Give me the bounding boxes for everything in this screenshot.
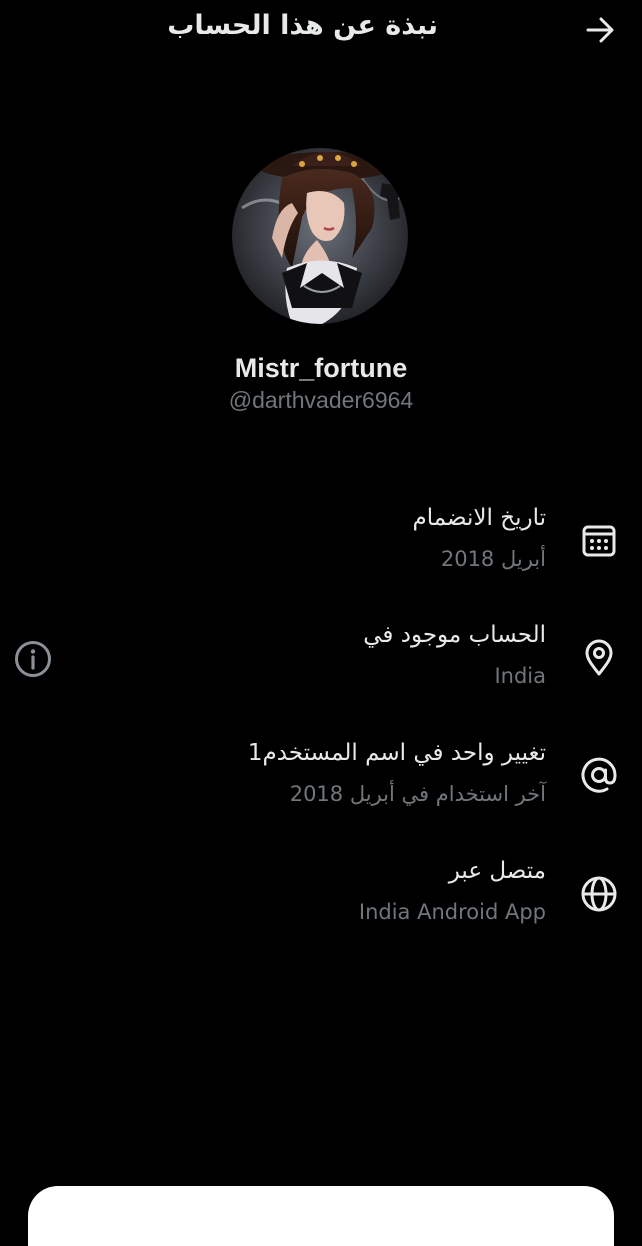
joined-date-label: تاريخ الانضمام bbox=[412, 505, 546, 531]
connected-via-value: India Android App bbox=[358, 900, 546, 924]
username-changes-label: تغيير واحد في اسم المستخدم1 bbox=[247, 740, 546, 766]
info-circle-icon bbox=[15, 641, 51, 677]
joined-date-value: أبريل 2018 bbox=[440, 547, 546, 571]
page-title: نبذة عن هذا الحساب bbox=[167, 10, 438, 41]
at-sign-icon bbox=[580, 756, 618, 794]
back-button[interactable] bbox=[582, 12, 618, 48]
connected-via-label: متصل عبر bbox=[448, 858, 546, 884]
arrow-right-icon bbox=[586, 17, 614, 43]
account-location-row: الحساب موجود في India bbox=[0, 622, 642, 712]
avatar[interactable] bbox=[232, 148, 408, 324]
connected-via-row: متصل عبر India Android App bbox=[0, 858, 642, 948]
top-bar: نبذة عن هذا الحساب bbox=[0, 0, 642, 60]
username-changes-value: آخر استخدام في أبريل 2018 bbox=[289, 782, 546, 806]
joined-date-row: تاريخ الانضمام أبريل 2018 bbox=[0, 505, 642, 595]
info-button[interactable] bbox=[14, 640, 52, 678]
avatar-image bbox=[232, 148, 408, 324]
account-location-value: India bbox=[494, 664, 546, 688]
username-changes-row: تغيير واحد في اسم المستخدم1 آخر استخدام … bbox=[0, 740, 642, 830]
username-handle: @darthvader6964 bbox=[228, 387, 414, 413]
display-name: Mistr_fortune bbox=[234, 353, 408, 383]
location-pin-icon bbox=[580, 639, 618, 677]
globe-icon bbox=[580, 875, 618, 913]
bottom-sheet[interactable] bbox=[28, 1186, 614, 1246]
calendar-icon bbox=[580, 521, 618, 559]
account-location-label: الحساب موجود في bbox=[363, 622, 546, 648]
